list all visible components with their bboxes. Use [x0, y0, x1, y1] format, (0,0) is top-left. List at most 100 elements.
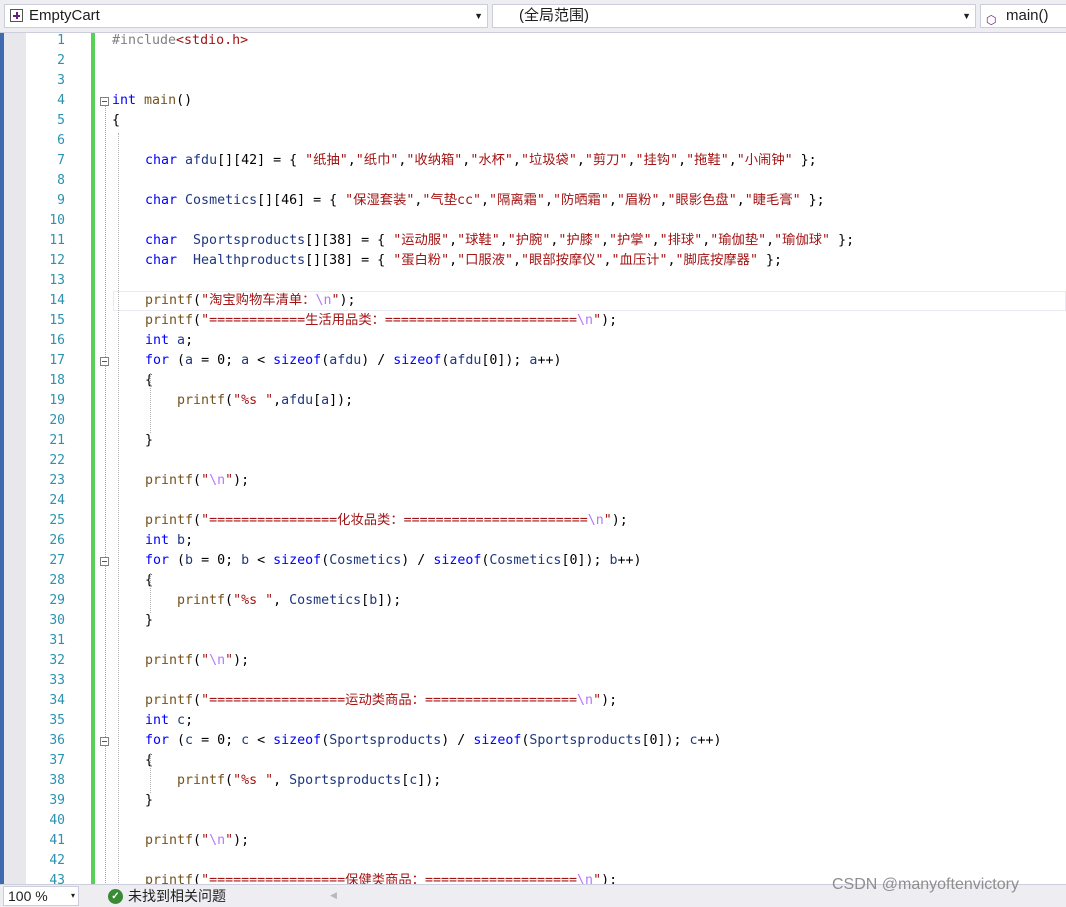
- project-dropdown[interactable]: EmptyCart ▼: [4, 4, 488, 28]
- code-line[interactable]: {: [145, 571, 153, 591]
- code-token: );: [233, 653, 250, 668]
- code-token: Sportsproducts: [529, 733, 642, 748]
- code-token: <stdio.h>: [176, 33, 249, 48]
- code-line[interactable]: printf("============生活用品类：==============…: [145, 311, 617, 331]
- code-token: "纸抽": [305, 153, 348, 168]
- code-token: b: [185, 553, 194, 568]
- code-line[interactable]: printf("淘宝购物车清单：\n");: [145, 291, 356, 311]
- code-token: ) /: [441, 733, 474, 748]
- project-name: EmptyCart: [29, 7, 100, 24]
- code-token: "收纳箱": [406, 153, 463, 168]
- code-token: c: [177, 713, 186, 728]
- code-token: \n: [577, 873, 594, 884]
- code-line[interactable]: {: [145, 751, 153, 771]
- code-token: sizeof: [473, 733, 522, 748]
- code-line[interactable]: printf("%s ", Cosmetics[b]);: [177, 591, 401, 611]
- member-name: main(): [1006, 7, 1049, 24]
- code-editor[interactable]: 1 #include<stdio.h> 2 3 4 int main() 5{6 7 char …: [0, 33, 1066, 884]
- line-number: 12: [49, 253, 65, 268]
- code-token: "蛋白粉": [393, 253, 450, 268]
- code-line[interactable]: int a;: [145, 331, 193, 351]
- collapse-icon[interactable]: [100, 97, 109, 106]
- line-number: 27: [49, 553, 65, 568]
- line-number: 16: [49, 333, 65, 348]
- code-token: (: [193, 653, 202, 668]
- code-line[interactable]: {: [145, 371, 153, 391]
- code-line[interactable]: int c;: [145, 711, 193, 731]
- code-token: ;: [185, 333, 194, 348]
- code-line[interactable]: printf("=================保健类商品：=========…: [145, 871, 617, 884]
- code-token: [][46] = {: [257, 193, 346, 208]
- line-number: 29: [49, 593, 65, 608]
- code-token: ;: [185, 713, 194, 728]
- code-line[interactable]: char Healthproducts[][38] = { "蛋白粉","口服液…: [145, 251, 782, 271]
- code-token: [0]);: [561, 553, 610, 568]
- code-token: "球鞋": [457, 233, 500, 248]
- code-token: ,: [728, 153, 737, 168]
- code-line[interactable]: #include<stdio.h>: [112, 33, 248, 51]
- code-token: a: [185, 353, 194, 368]
- code-line[interactable]: printf("\n");: [145, 651, 249, 671]
- code-line[interactable]: for (c = 0; c < sizeof(Sportsproducts) /…: [145, 731, 722, 751]
- code-line[interactable]: }: [145, 611, 153, 631]
- code-token: }: [145, 613, 154, 628]
- member-dropdown[interactable]: ⬡ main(): [980, 4, 1066, 28]
- collapse-icon[interactable]: [100, 557, 109, 566]
- code-line[interactable]: for (a = 0; a < sizeof(afdu) / sizeof(af…: [145, 351, 561, 371]
- code-token: \n: [577, 693, 594, 708]
- code-line[interactable]: char Sportsproducts[][38] = { "运动服","球鞋"…: [145, 231, 854, 251]
- code-token: <: [249, 733, 274, 748]
- code-token: ,: [651, 233, 660, 248]
- code-line[interactable]: for (b = 0; b < sizeof(Cosmetics) / size…: [145, 551, 642, 571]
- code-token: for: [145, 733, 170, 748]
- collapse-icon[interactable]: [100, 737, 109, 746]
- code-token: ": [201, 833, 210, 848]
- code-token: [][38] = {: [305, 233, 394, 248]
- code-token: ;: [185, 533, 194, 548]
- code-line[interactable]: printf("\n");: [145, 831, 249, 851]
- outline-guide: [105, 105, 106, 884]
- code-token: Cosmetics: [289, 593, 362, 608]
- code-line[interactable]: printf("=================运动类商品：=========…: [145, 691, 617, 711]
- code-line[interactable]: }: [145, 791, 153, 811]
- code-line[interactable]: printf("%s ",afdu[a]);: [177, 391, 353, 411]
- scroll-left-icon[interactable]: ◀: [330, 890, 337, 901]
- code-token: (): [176, 93, 193, 108]
- collapse-icon[interactable]: [100, 357, 109, 366]
- code-line[interactable]: {: [112, 111, 120, 131]
- code-token: b: [609, 553, 618, 568]
- code-token: (: [193, 693, 202, 708]
- code-token: sizeof: [273, 353, 322, 368]
- code-line[interactable]: printf("\n");: [145, 471, 249, 491]
- code-line[interactable]: int main(): [112, 91, 192, 111]
- line-number: 9: [57, 193, 65, 208]
- line-number: 28: [49, 573, 65, 588]
- line-number: 14: [49, 293, 65, 308]
- code-line[interactable]: }: [145, 431, 153, 451]
- code-line[interactable]: char Cosmetics[][46] = { "保湿套装","气垫cc","…: [145, 191, 825, 211]
- code-token: };: [800, 193, 825, 208]
- code-token: ,: [273, 773, 290, 788]
- code-token: "眼部按摩仪": [521, 253, 604, 268]
- code-token: ,: [603, 253, 612, 268]
- line-number: 38: [49, 773, 65, 788]
- code-token: a: [241, 353, 250, 368]
- code-line[interactable]: printf("%s ", Sportsproducts[c]);: [177, 771, 441, 791]
- code-token: ,: [273, 393, 282, 408]
- change-tracking-bar: [91, 33, 95, 884]
- line-number: 21: [49, 433, 65, 448]
- code-token: ,: [659, 193, 668, 208]
- code-line[interactable]: printf("================化妆品类：===========…: [145, 511, 628, 531]
- code-token: };: [830, 233, 855, 248]
- code-line[interactable]: char afdu[][42] = { "纸抽","纸巾","收纳箱","水杯"…: [145, 151, 817, 171]
- code-token: "纸巾": [355, 153, 399, 168]
- zoom-dropdown[interactable]: 100 % ▾: [3, 886, 79, 906]
- line-number: 15: [49, 313, 65, 328]
- code-line[interactable]: int b;: [145, 531, 193, 551]
- scope-dropdown[interactable]: (全局范围) ▼: [492, 4, 976, 28]
- code-token: [0]);: [641, 733, 690, 748]
- code-token: "隔离霜": [489, 193, 545, 208]
- line-number: 23: [49, 473, 65, 488]
- code-token: "=================运动类商品：================…: [201, 693, 578, 708]
